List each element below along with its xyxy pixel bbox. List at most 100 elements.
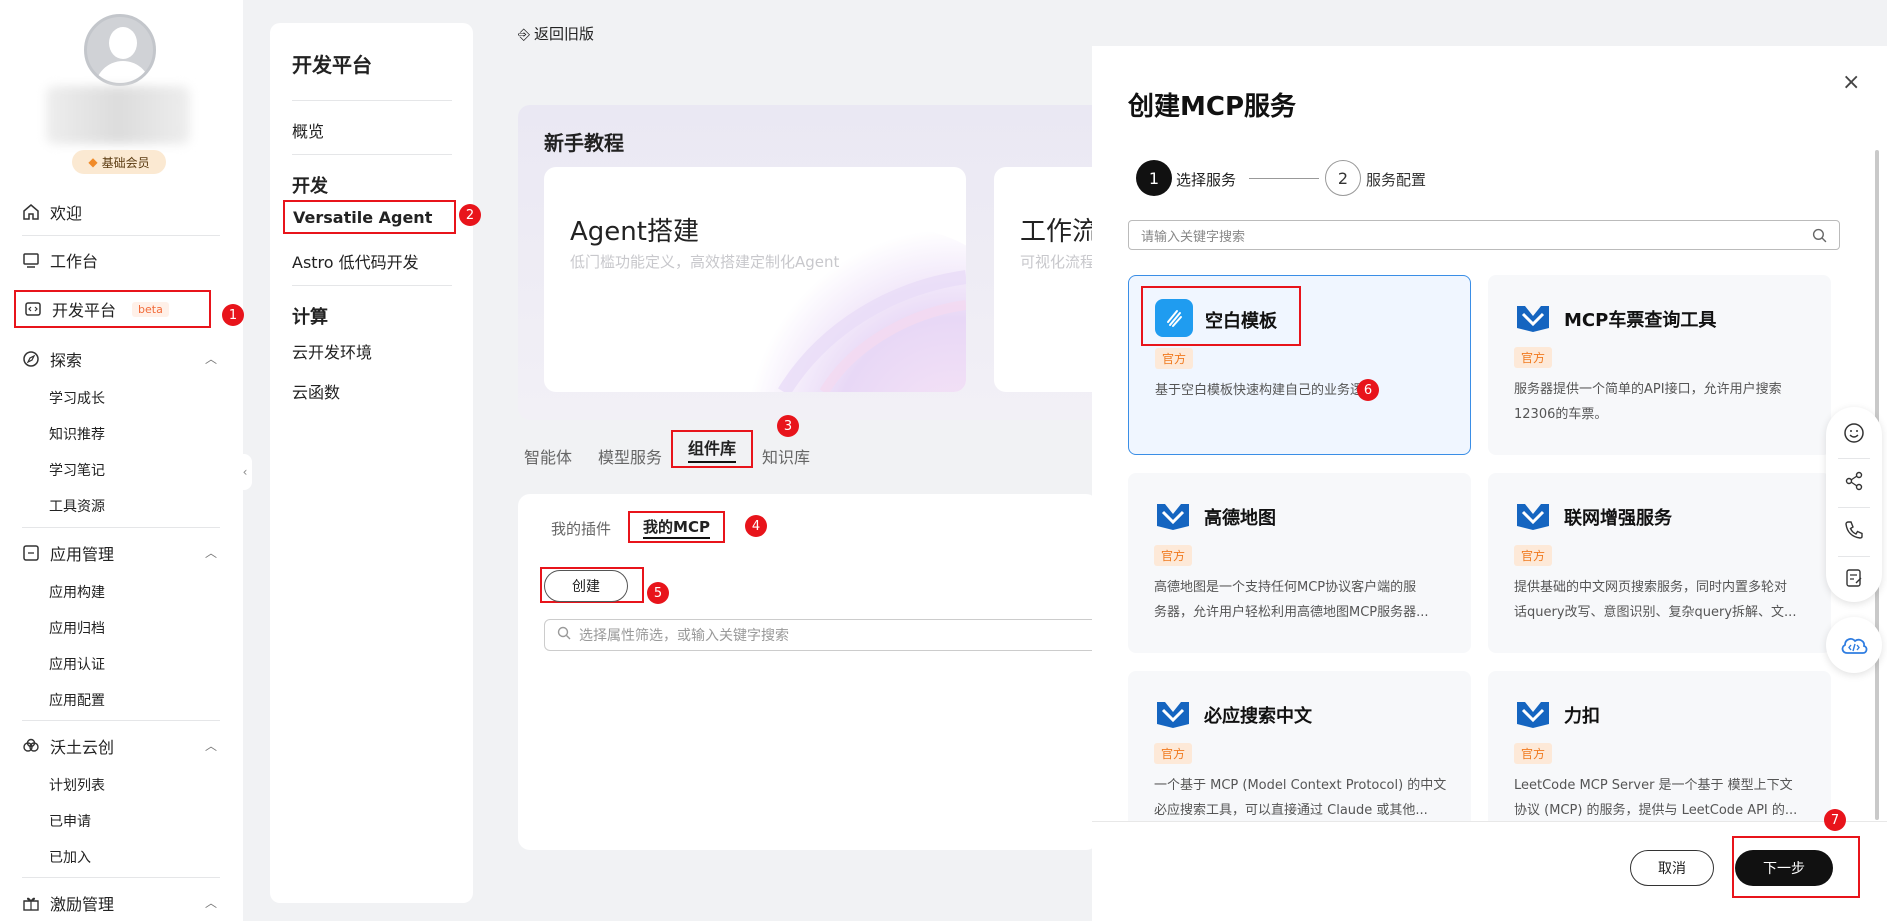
nav-app-item[interactable]: 应用认证 bbox=[49, 654, 105, 674]
step-2-label: 服务配置 bbox=[1366, 171, 1427, 189]
beta-badge: beta bbox=[132, 301, 169, 317]
smile-icon[interactable] bbox=[1840, 419, 1868, 447]
app-icon bbox=[22, 544, 40, 562]
create-mcp-drawer: 创建MCP服务 × 1 选择服务 2 服务配置 请输入关键字搜索 空白模板 官方… bbox=[1092, 46, 1887, 921]
tab-agent[interactable]: 智能体 bbox=[524, 444, 572, 468]
subtab-my-plugins[interactable]: 我的插件 bbox=[551, 518, 611, 539]
share-icon[interactable] bbox=[1840, 467, 1868, 495]
avatar[interactable] bbox=[84, 14, 156, 86]
nav-welcome[interactable]: 欢迎 bbox=[14, 193, 82, 231]
feedback-icon[interactable] bbox=[1840, 564, 1868, 592]
tutorial-title: 新手教程 bbox=[544, 131, 624, 155]
nav-wotu-item[interactable]: 计划列表 bbox=[49, 775, 105, 795]
section-dev: 开发 bbox=[292, 176, 328, 197]
cancel-button[interactable]: 取消 bbox=[1630, 850, 1714, 886]
search-icon bbox=[557, 626, 571, 644]
menu-astro[interactable]: Astro 低代码开发 bbox=[292, 249, 419, 273]
annotation-7: 7 bbox=[1824, 809, 1846, 831]
username-blurred bbox=[46, 86, 190, 144]
card-subtitle: 可视化流程 bbox=[1020, 253, 1096, 271]
nav-workbench[interactable]: 工作台 bbox=[14, 241, 98, 279]
service-desc: LeetCode MCP Server 是一个基于 模型上下文 bbox=[1514, 778, 1793, 793]
chevron-up-icon[interactable]: ︿ bbox=[205, 544, 217, 561]
official-tag: 官方 bbox=[1154, 545, 1193, 566]
section-compute: 计算 bbox=[292, 307, 328, 328]
drawer-title: 创建MCP服务 bbox=[1128, 92, 1297, 122]
chevron-up-icon[interactable]: ︿ bbox=[205, 350, 217, 367]
official-tag: 官方 bbox=[1514, 545, 1553, 566]
service-desc: 高德地图是一个支持任何MCP协议客户端的服 bbox=[1154, 580, 1417, 595]
home-icon bbox=[22, 203, 40, 221]
collapse-handle[interactable]: ‹ bbox=[238, 454, 252, 490]
annotation-6: 6 bbox=[1357, 379, 1379, 401]
nav-explore-item[interactable]: 工具资源 bbox=[49, 496, 105, 516]
chevron-up-icon[interactable]: ︿ bbox=[205, 737, 217, 754]
annotation-4: 4 bbox=[745, 515, 767, 537]
service-desc: 话query改写、意图识别、复杂query拆解、文... bbox=[1514, 605, 1797, 620]
cloud-code-icon[interactable] bbox=[1826, 617, 1882, 673]
tab-knowledge[interactable]: 知识库 bbox=[762, 444, 810, 468]
mcp-logo-icon bbox=[1154, 496, 1192, 534]
blank-template-icon bbox=[1155, 299, 1193, 337]
official-tag: 官方 bbox=[1514, 743, 1553, 764]
menu-cloud-func[interactable]: 云函数 bbox=[292, 379, 340, 403]
diamond-icon: ◆ bbox=[88, 155, 98, 169]
service-card-bing[interactable]: 必应搜索中文 官方 一个基于 MCP (Model Context Protoc… bbox=[1128, 671, 1471, 821]
nav-explore-item[interactable]: 知识推荐 bbox=[49, 424, 105, 444]
mcp-panel: 我的插件 我的MCP 创建 选择属性筛选，或输入关键字搜索 bbox=[518, 494, 1098, 850]
floating-toolbar bbox=[1826, 407, 1882, 602]
nav-app-item[interactable]: 应用构建 bbox=[49, 582, 105, 602]
filter-search-input[interactable]: 选择属性筛选，或输入关键字搜索 bbox=[544, 619, 1098, 651]
nav-wotu-item[interactable]: 已申请 bbox=[49, 811, 91, 831]
back-old-version-link[interactable]: ⎆ 返回旧版 bbox=[518, 23, 594, 44]
search-icon[interactable] bbox=[1812, 228, 1827, 247]
menu-versatile-agent[interactable]: Versatile Agent bbox=[283, 200, 456, 234]
official-tag: 官方 bbox=[1155, 348, 1194, 369]
mcp-logo-icon bbox=[1154, 694, 1192, 732]
monitor-icon bbox=[22, 251, 40, 269]
service-name: 空白模板 bbox=[1205, 311, 1277, 332]
mcp-logo-icon bbox=[1514, 496, 1552, 534]
cloud-icon bbox=[22, 737, 40, 755]
nav-app-item[interactable]: 应用配置 bbox=[49, 690, 105, 710]
nav-incentive[interactable]: 激励管理 bbox=[14, 884, 114, 921]
official-tag: 官方 bbox=[1514, 347, 1553, 368]
tutorial-card-agent[interactable]: Agent搭建 低门槛功能定义，高效搭建定制化Agent bbox=[544, 167, 966, 392]
service-desc: 必应搜索工具，可以直接通过 Claude 或其他... bbox=[1154, 803, 1428, 818]
nav-explore-item[interactable]: 学习成长 bbox=[49, 388, 105, 408]
menu-cloud-env[interactable]: 云开发环境 bbox=[292, 339, 372, 363]
subtab-my-mcp[interactable]: 我的MCP bbox=[628, 511, 725, 543]
menu-overview[interactable]: 概览 bbox=[292, 118, 324, 142]
nav-explore-item[interactable]: 学习笔记 bbox=[49, 460, 105, 480]
close-icon[interactable]: × bbox=[1842, 70, 1860, 95]
annotation-1: 1 bbox=[222, 304, 244, 326]
nav-explore[interactable]: 探索 bbox=[14, 340, 82, 378]
service-card-amap[interactable]: 高德地图 官方 高德地图是一个支持任何MCP协议客户端的服 务器，允许用户轻松利… bbox=[1128, 473, 1471, 653]
code-icon bbox=[24, 300, 42, 318]
annotation-5: 5 bbox=[647, 582, 669, 604]
tab-model-service[interactable]: 模型服务 bbox=[598, 444, 662, 468]
phone-icon[interactable] bbox=[1840, 516, 1868, 544]
exit-icon: ⎆ bbox=[518, 24, 531, 43]
next-button[interactable]: 下一步 bbox=[1735, 850, 1833, 886]
service-name: 联网增强服务 bbox=[1564, 508, 1672, 529]
nav-wotu-item[interactable]: 已加入 bbox=[49, 847, 91, 867]
service-search-input[interactable]: 请输入关键字搜索 bbox=[1128, 220, 1840, 250]
service-card-leetcode[interactable]: 力扣 官方 LeetCode MCP Server 是一个基于 模型上下文 协议… bbox=[1488, 671, 1831, 821]
card-subtitle: 低门槛功能定义，高效搭建定制化Agent bbox=[570, 253, 840, 271]
nav-app-item[interactable]: 应用归档 bbox=[49, 618, 105, 638]
nav-devplatform[interactable]: 开发平台 beta bbox=[14, 290, 211, 328]
tab-components[interactable]: 组件库 bbox=[671, 430, 753, 468]
mcp-logo-icon bbox=[1514, 694, 1552, 732]
service-card-blank-template[interactable]: 空白模板 官方 基于空白模板快速构建自己的业务逻辑 6 bbox=[1128, 275, 1471, 455]
service-desc: 12306的车票。 bbox=[1514, 407, 1608, 422]
chevron-up-icon[interactable]: ︿ bbox=[205, 894, 217, 911]
service-desc: 提供基础的中文网页搜索服务，同时内置多轮对 bbox=[1514, 580, 1788, 595]
service-card-web-search[interactable]: 联网增强服务 官方 提供基础的中文网页搜索服务，同时内置多轮对 话query改写… bbox=[1488, 473, 1831, 653]
nav-wotu[interactable]: 沃土云创 bbox=[14, 727, 114, 765]
service-card-ticket[interactable]: MCP车票查询工具 官方 服务器提供一个简单的API接口，允许用户搜索 1230… bbox=[1488, 275, 1831, 455]
nav-appmgmt[interactable]: 应用管理 bbox=[14, 534, 114, 572]
left-navigation: ◆ 基础会员 欢迎 工作台 开发平台 beta 1 探索 ︿ 学习成长 知识推荐 … bbox=[0, 0, 244, 921]
create-button[interactable]: 创建 bbox=[544, 570, 628, 602]
official-tag: 官方 bbox=[1154, 743, 1193, 764]
